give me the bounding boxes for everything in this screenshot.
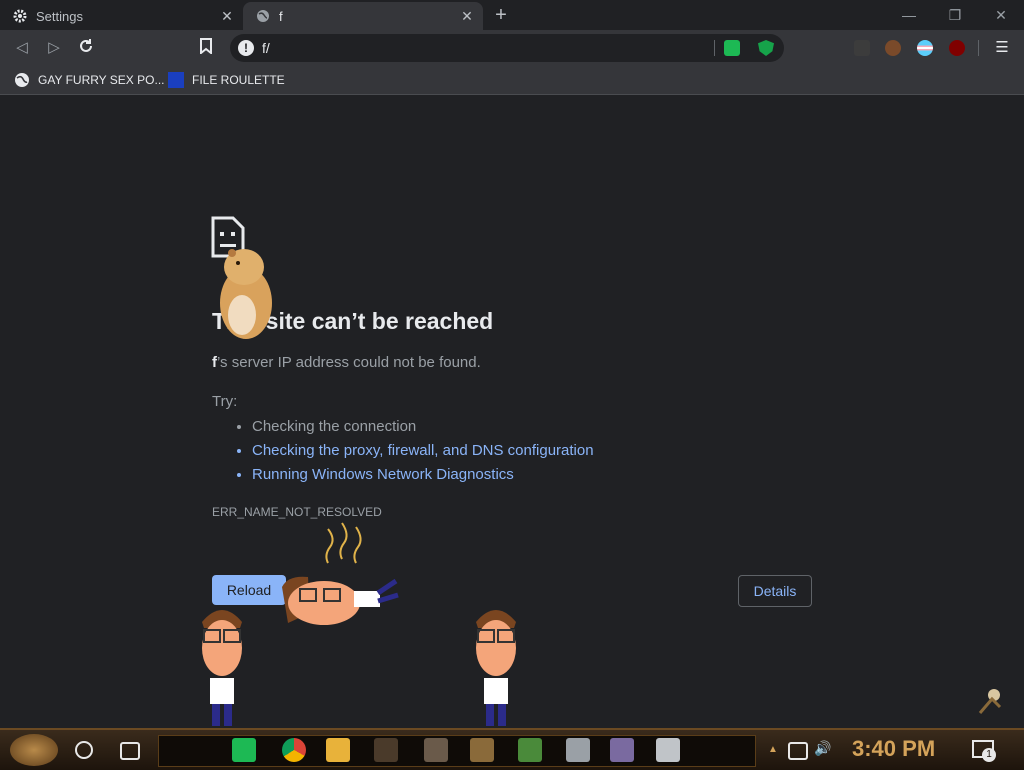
globe-icon bbox=[14, 72, 30, 88]
tab-title: Settings bbox=[36, 8, 83, 24]
chrome-icon[interactable] bbox=[282, 738, 306, 762]
bookmark-item[interactable]: FILE ROULETTE bbox=[168, 72, 285, 88]
lying-hank-hill-sprite bbox=[282, 576, 399, 625]
suggestion-link[interactable]: Checking the proxy, firewall, and DNS co… bbox=[252, 439, 594, 463]
stink-lines-sprite bbox=[325, 522, 362, 564]
messages-app-icon[interactable] bbox=[232, 738, 256, 762]
try-label: Try: bbox=[212, 393, 238, 410]
bookmark-icon[interactable] bbox=[196, 38, 216, 58]
show-hidden-icons[interactable]: ▲ bbox=[768, 744, 778, 755]
suggestion-item: Checking the connection bbox=[252, 415, 594, 439]
tab-f[interactable]: f ✕ bbox=[243, 2, 483, 30]
notification-count-badge: 1 bbox=[982, 748, 996, 762]
cortana-icon[interactable] bbox=[75, 741, 93, 759]
reload-icon[interactable] bbox=[76, 38, 96, 58]
divider bbox=[978, 40, 979, 56]
gear-icon bbox=[12, 8, 28, 24]
forward-button[interactable]: ▷ bbox=[44, 38, 64, 58]
error-message: f’s server IP address could not be found… bbox=[212, 354, 481, 371]
error-page: This site can’t be reached f’s server IP… bbox=[0, 95, 1024, 728]
tab-strip: Settings ✕ f ✕ + — ❐ ✕ bbox=[0, 0, 1024, 30]
menu-icon[interactable]: ☰ bbox=[992, 38, 1012, 58]
error-code: ERR_NAME_NOT_RESOLVED bbox=[212, 505, 382, 519]
ublock-icon[interactable] bbox=[949, 40, 965, 56]
box-app-icon[interactable] bbox=[470, 738, 494, 762]
profile-extension-icon[interactable] bbox=[885, 40, 901, 56]
flag-extension-icon[interactable] bbox=[917, 40, 933, 56]
details-button[interactable]: Details bbox=[738, 575, 812, 607]
tiny-figure-sprite bbox=[978, 689, 1002, 714]
network-icon[interactable] bbox=[788, 742, 808, 760]
close-window-icon[interactable]: ✕ bbox=[978, 0, 1024, 30]
start-button[interactable] bbox=[10, 734, 58, 766]
app-icon[interactable] bbox=[610, 738, 634, 762]
app-icon[interactable] bbox=[566, 738, 590, 762]
clock[interactable]: 3:40 PM bbox=[852, 736, 935, 762]
address-bar[interactable]: ! f/ bbox=[230, 34, 784, 62]
notepad-icon[interactable] bbox=[518, 738, 542, 762]
app-icon[interactable] bbox=[656, 738, 680, 762]
suggestion-link[interactable]: Running Windows Network Diagnostics bbox=[252, 463, 594, 487]
shield-extension-icon[interactable] bbox=[758, 40, 774, 56]
tab-title: f bbox=[279, 8, 283, 24]
close-tab-icon[interactable]: ✕ bbox=[457, 8, 477, 25]
messages-extension-icon[interactable] bbox=[724, 40, 740, 56]
bookmarks-bar: GAY FURRY SEX PO... FILE ROULETTE bbox=[0, 66, 1024, 95]
volume-icon[interactable]: 🔊 bbox=[814, 740, 831, 757]
taskbar: ▲ 🔊 3:40 PM 1 bbox=[0, 728, 1024, 770]
divider bbox=[714, 40, 715, 56]
restore-icon[interactable]: ❐ bbox=[932, 0, 978, 30]
error-message-text: ’s server IP address could not be found. bbox=[217, 354, 481, 371]
back-button[interactable]: ◁ bbox=[12, 38, 32, 58]
bookmark-item[interactable]: GAY FURRY SEX PO... bbox=[14, 72, 165, 88]
url-text[interactable]: f/ bbox=[262, 40, 270, 56]
globe-icon bbox=[255, 8, 271, 24]
app-icon[interactable] bbox=[424, 738, 448, 762]
hamster-sprite bbox=[220, 249, 272, 339]
toolbar: ◁ ▷ ! f/ ☰ bbox=[0, 30, 1024, 66]
new-tab-button[interactable]: + bbox=[490, 4, 512, 26]
info-icon[interactable]: ! bbox=[238, 40, 254, 56]
minimize-icon[interactable]: — bbox=[886, 0, 932, 30]
mft-icon bbox=[168, 72, 184, 88]
tab-settings[interactable]: Settings ✕ bbox=[0, 2, 243, 30]
bookmark-label: FILE ROULETTE bbox=[192, 73, 285, 87]
bookmark-label: GAY FURRY SEX PO... bbox=[38, 73, 165, 87]
close-tab-icon[interactable]: ✕ bbox=[217, 8, 237, 25]
task-view-icon[interactable] bbox=[120, 742, 140, 760]
app-icon[interactable] bbox=[374, 738, 398, 762]
hank-hill-sprite bbox=[476, 610, 516, 726]
file-explorer-icon[interactable] bbox=[326, 738, 350, 762]
extension-icon[interactable] bbox=[854, 40, 870, 56]
suggestion-list: Checking the connection Checking the pro… bbox=[230, 415, 594, 487]
hank-hill-sprite bbox=[202, 610, 242, 726]
